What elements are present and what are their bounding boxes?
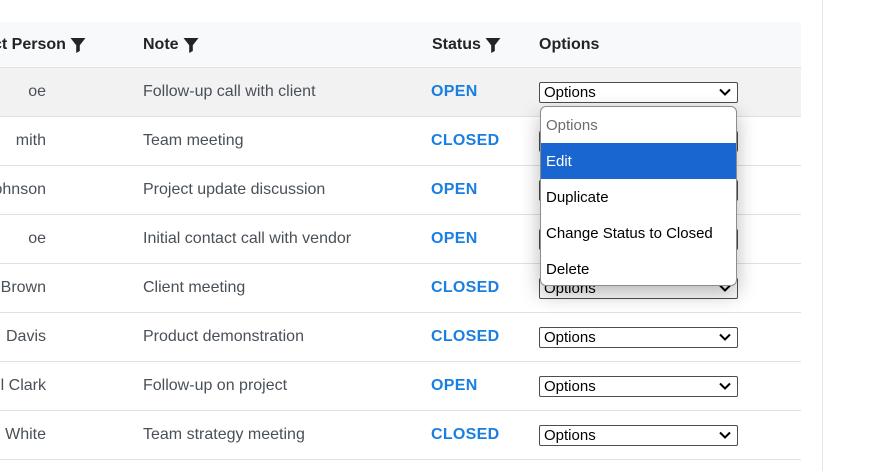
options-select[interactable]: Options (539, 326, 738, 348)
table-row: Davis Product demonstration CLOSED Options (0, 313, 801, 362)
options-select[interactable]: Options (539, 424, 738, 446)
contact-person-cell: oe (28, 83, 46, 100)
header-status[interactable]: Status (432, 22, 501, 68)
status-badge: CLOSED (431, 426, 500, 443)
options-select-value: Options (544, 328, 596, 346)
note-cell: Team meeting (143, 132, 244, 149)
status-badge: CLOSED (431, 279, 500, 296)
contact-person-cell: Davis (5, 328, 46, 345)
options-select-value: Options (544, 377, 596, 395)
header-note[interactable]: Note (143, 22, 199, 68)
contact-person-cell: ohnson (0, 181, 46, 198)
note-cell: Product demonstration (143, 328, 304, 345)
filter-icon[interactable] (485, 37, 501, 53)
contact-person-cell: oe (28, 230, 46, 247)
options-select[interactable]: Options (539, 375, 738, 397)
note-cell: Client meeting (143, 279, 246, 296)
status-badge: CLOSED (431, 132, 500, 149)
options-cell: Options (539, 411, 738, 459)
note-cell: Initial contact call with vendor (143, 230, 352, 247)
dropdown-option: Options (546, 116, 598, 134)
note-cell: Follow-up call with client (143, 83, 316, 100)
status-badge: OPEN (431, 83, 478, 100)
table-row: l Clark Follow-up on project OPEN Options (0, 362, 801, 411)
options-select-value: Options (544, 426, 596, 444)
options-select-value: Options (544, 83, 596, 101)
filter-icon[interactable] (183, 37, 199, 53)
dropdown-option[interactable]: Duplicate (541, 179, 736, 215)
header-options-label: Options (539, 36, 600, 53)
table-header: ct Person Note Status Options (0, 22, 801, 68)
dropdown-option[interactable]: Edit (541, 143, 736, 179)
note-cell: Team strategy meeting (143, 426, 305, 443)
header-options: Options (539, 22, 599, 68)
status-badge: CLOSED (431, 328, 500, 345)
status-badge: OPEN (431, 181, 478, 198)
dropdown-option[interactable]: Change Status to Closed (541, 215, 736, 251)
note-cell: Project update discussion (143, 181, 326, 198)
header-status-label: Status (432, 36, 481, 53)
options-cell: Options (539, 313, 738, 361)
contact-person-cell: White (5, 426, 46, 443)
page-right-gutter (822, 0, 871, 471)
contact-person-cell: l Clark (0, 377, 46, 394)
options-select[interactable]: Options (539, 81, 738, 103)
dropdown-option[interactable]: Delete (541, 251, 736, 285)
chevron-down-icon (719, 431, 731, 439)
chevron-down-icon (719, 333, 731, 341)
contact-person-cell: Brown (0, 279, 46, 296)
contact-person-cell: mith (15, 132, 46, 149)
header-contact-person-label: ct Person (0, 36, 66, 53)
chevron-down-icon (719, 88, 731, 96)
note-cell: Follow-up on project (143, 377, 288, 394)
options-cell: Options (539, 362, 738, 410)
options-dropdown-menu[interactable]: Options Edit Duplicate Change Status to Clo… (540, 106, 737, 286)
header-contact-person[interactable]: ct Person (0, 22, 86, 68)
status-badge: OPEN (431, 230, 478, 247)
table-row: White Team strategy meeting CLOSED Options (0, 411, 801, 460)
filter-icon[interactable] (70, 37, 86, 53)
status-badge: OPEN (431, 377, 478, 394)
chevron-down-icon (719, 382, 731, 390)
header-note-label: Note (143, 36, 179, 53)
